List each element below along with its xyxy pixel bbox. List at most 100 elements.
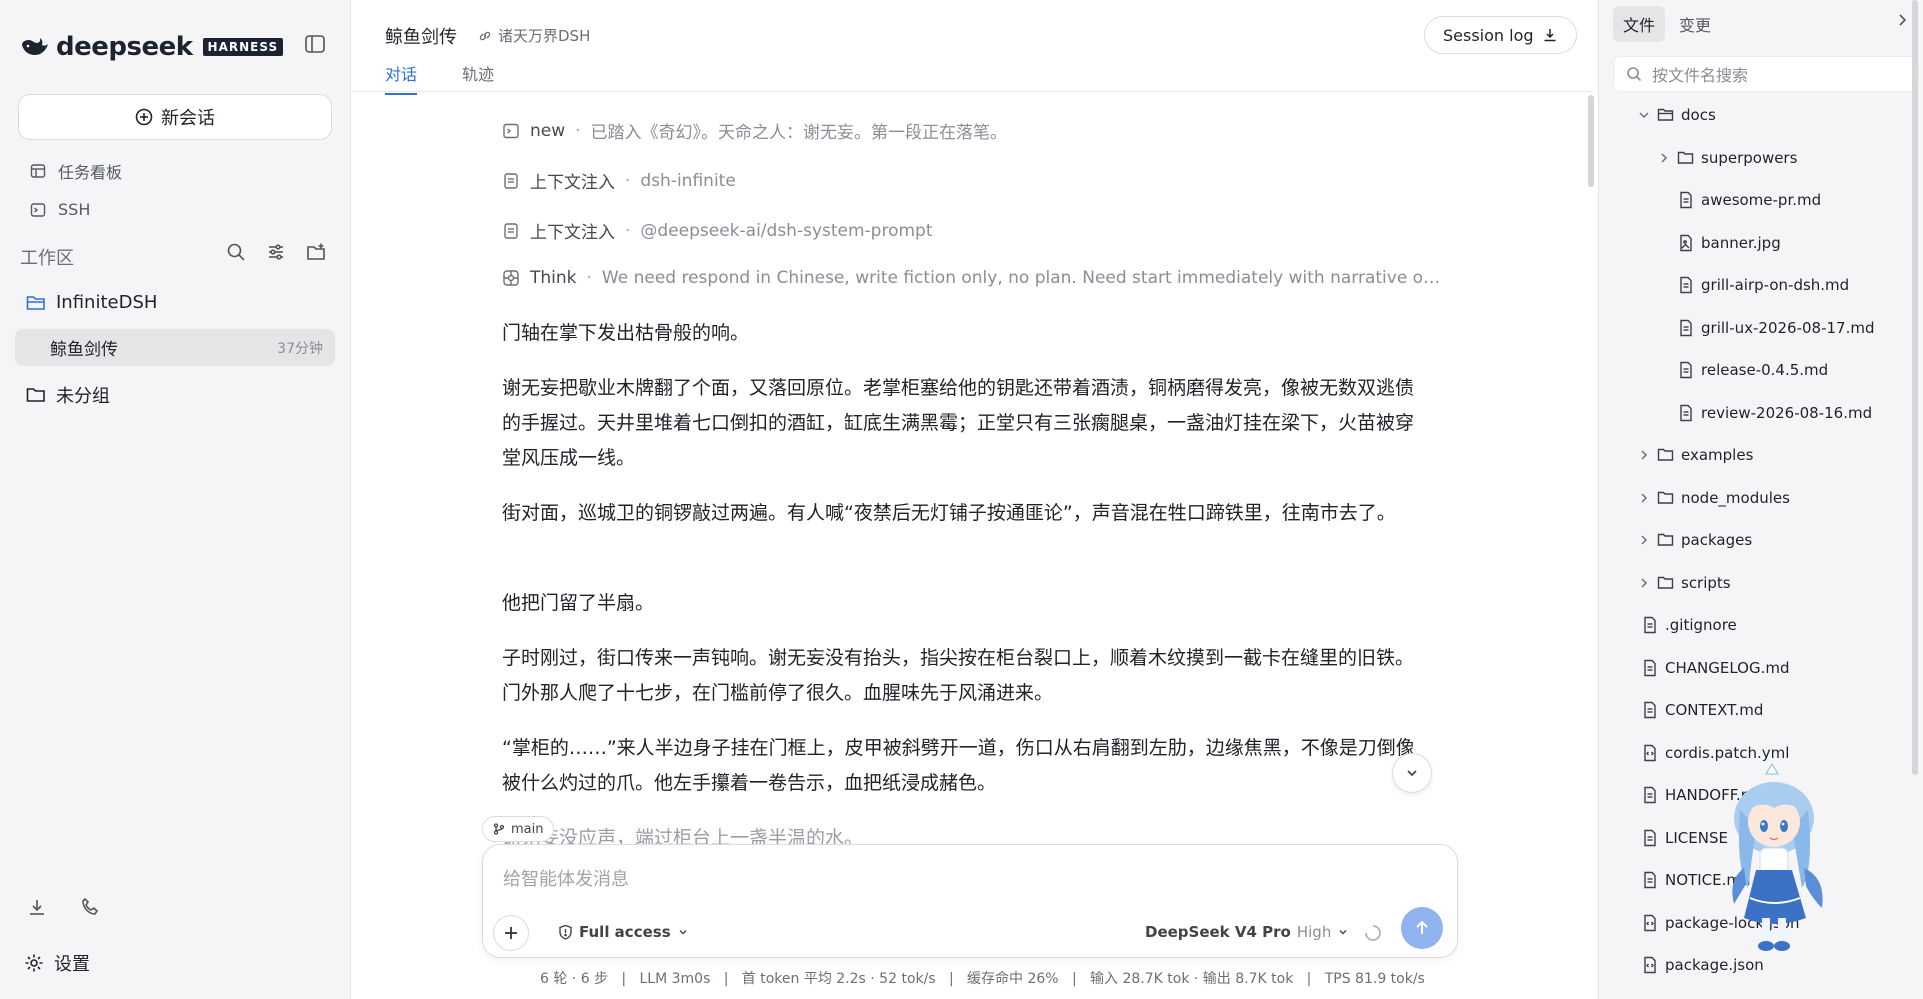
sidebar-item-ssh[interactable]: SSH bbox=[30, 200, 90, 219]
chevron-right-icon[interactable] bbox=[1894, 12, 1914, 32]
new-chat-button[interactable]: 新会话 bbox=[18, 94, 332, 140]
tree-item-label: LICENSE bbox=[1665, 828, 1728, 847]
tree-file[interactable]: release-0.4.5.md bbox=[1677, 355, 1828, 385]
tree-file[interactable]: grill-airp-on-dsh.md bbox=[1677, 270, 1849, 300]
access-level-select[interactable]: Full access bbox=[558, 923, 689, 941]
scrollbar[interactable] bbox=[1588, 95, 1594, 187]
search-icon[interactable] bbox=[226, 242, 248, 264]
code-file-icon bbox=[1641, 956, 1659, 974]
folder-icon bbox=[1677, 149, 1695, 167]
tree-item-label: grill-ux-2026-08-17.md bbox=[1701, 318, 1875, 337]
chevron-right-icon[interactable] bbox=[1637, 533, 1651, 547]
story-paragraph: “掌柜的……”来人半边身子挂在门框上，皮甲被斜劈开一道，伤口从右肩翻到左肋，边缘… bbox=[502, 737, 1415, 794]
separator-dot: · bbox=[586, 268, 592, 288]
tab-files[interactable]: 文件 bbox=[1613, 6, 1666, 42]
tree-item-label: node_modules bbox=[1681, 488, 1790, 507]
chevron-down-icon[interactable] bbox=[1637, 108, 1651, 122]
phone-icon[interactable] bbox=[80, 897, 102, 919]
tree-folder[interactable]: node_modules bbox=[1637, 483, 1790, 513]
tree-item-label: examples bbox=[1681, 446, 1754, 464]
tab-chat[interactable]: 对话 bbox=[385, 61, 418, 95]
story-paragraph: 他把门留了半扇。 bbox=[502, 592, 655, 614]
session-stats: 6 轮 · 6 步 | LLM 3m0s | 首 token 平均 2.2s ·… bbox=[540, 971, 1425, 987]
file-icon bbox=[1641, 786, 1659, 804]
tree-folder[interactable]: scripts bbox=[1637, 568, 1731, 598]
chevron-right-icon[interactable] bbox=[1637, 491, 1651, 505]
arrow-up-icon bbox=[1413, 919, 1431, 937]
terminal-icon bbox=[30, 202, 46, 218]
folder-icon bbox=[1657, 574, 1675, 592]
tree-folder[interactable]: examples bbox=[1637, 440, 1753, 470]
tree-file[interactable]: banner.jpg bbox=[1677, 228, 1781, 258]
event-row-think[interactable]: Think · We need respond in Chinese, writ… bbox=[502, 268, 1442, 288]
workspace-group-ungrouped[interactable]: 未分组 bbox=[26, 382, 110, 408]
terminal-icon bbox=[502, 122, 520, 140]
file-search-placeholder: 按文件名搜索 bbox=[1652, 66, 1749, 85]
workspace-group-infinitedsh[interactable]: InfiniteDSH bbox=[26, 292, 157, 313]
branch-chip[interactable]: main bbox=[482, 816, 555, 842]
board-icon bbox=[30, 163, 46, 179]
tab-changes[interactable]: 变更 bbox=[1669, 6, 1721, 42]
session-log-button[interactable]: Session log bbox=[1424, 16, 1577, 54]
message-input[interactable]: 给智能体发消息 bbox=[503, 865, 629, 891]
conversation-header: 鲸鱼剑传 诸天万界DSH Session log 对话 轨迹 bbox=[352, 0, 1592, 95]
file-icon bbox=[1677, 319, 1695, 337]
file-icon bbox=[1641, 616, 1659, 634]
model-level: High bbox=[1296, 923, 1332, 941]
event-row-context[interactable]: 上下文注入 · dsh-infinite bbox=[502, 168, 1442, 193]
settings-button[interactable]: 设置 bbox=[24, 950, 90, 976]
send-button[interactable] bbox=[1401, 907, 1443, 949]
sidebar-bottom-tools bbox=[27, 897, 102, 919]
chevron-right-icon[interactable] bbox=[1657, 151, 1671, 165]
conversation-item-active[interactable]: 鲸鱼剑传 37分钟 bbox=[15, 329, 335, 366]
tree-file[interactable]: awesome-pr.md bbox=[1677, 185, 1821, 215]
chevron-down-icon bbox=[677, 926, 689, 938]
sidebar-item-board[interactable]: 任务看板 bbox=[30, 159, 122, 183]
scroll-to-bottom-button[interactable] bbox=[1392, 753, 1432, 793]
model-select[interactable]: DeepSeek V4 Pro High bbox=[1145, 923, 1349, 941]
tree-item-label: banner.jpg bbox=[1701, 233, 1781, 252]
file-icon bbox=[1641, 701, 1659, 719]
download-icon[interactable] bbox=[27, 897, 49, 919]
separator-dot: · bbox=[575, 120, 581, 141]
file-search-input[interactable]: 按文件名搜索 bbox=[1613, 56, 1919, 92]
filter-icon[interactable] bbox=[266, 242, 288, 264]
tree-file[interactable]: LICENSE bbox=[1641, 823, 1728, 853]
sidebar-toggle-icon[interactable] bbox=[304, 33, 330, 59]
tree-item-label: release-0.4.5.md bbox=[1701, 361, 1829, 379]
tree-file[interactable]: grill-ux-2026-08-17.md bbox=[1677, 313, 1874, 343]
settings-label: 设置 bbox=[54, 954, 90, 975]
story-paragraph: 子时刚过，街口传来一声钝响。谢无妄没有抬头，指尖按在柜台裂口上，顺着木纹摸到一截… bbox=[502, 647, 1415, 704]
event-row-new[interactable]: new · 已踏入《奇幻》。天命之人：谢无妄。第一段正在落笔。 bbox=[502, 118, 1442, 143]
tree-file[interactable]: CONTEXT.md bbox=[1641, 695, 1763, 725]
scrollbar[interactable] bbox=[1912, 0, 1918, 775]
tree-file[interactable]: .gitignore bbox=[1641, 610, 1737, 640]
workspace-group-label: 未分组 bbox=[56, 386, 110, 407]
tree-item-label: scripts bbox=[1681, 573, 1731, 592]
doc-icon bbox=[502, 172, 520, 190]
tree-folder[interactable]: packages bbox=[1637, 525, 1752, 555]
tab-trace[interactable]: 轨迹 bbox=[462, 61, 494, 93]
event-key: Think bbox=[530, 268, 577, 288]
new-folder-icon[interactable] bbox=[306, 242, 328, 264]
message-feed: new · 已踏入《奇幻》。天命之人：谢无妄。第一段正在落笔。 上下文注入 · … bbox=[502, 92, 1442, 852]
tree-folder[interactable]: superpowers bbox=[1657, 143, 1797, 173]
chevron-right-icon[interactable] bbox=[1637, 448, 1651, 462]
attach-button[interactable] bbox=[493, 915, 529, 951]
doc-icon bbox=[502, 222, 520, 240]
conversation-title: 鲸鱼剑传 bbox=[385, 27, 457, 48]
whale-logo-icon bbox=[20, 35, 50, 59]
project-badge[interactable]: 诸天万界DSH bbox=[478, 25, 590, 46]
message-composer[interactable]: 给智能体发消息 Full access DeepSeek V4 Pro High bbox=[482, 844, 1458, 958]
sidebar: deepseek HARNESS 新会话 任务看板 SSH 工作区 Infini… bbox=[0, 0, 351, 999]
conversation-area: 鲸鱼剑传 诸天万界DSH Session log 对话 轨迹 new · 已踏入… bbox=[352, 0, 1594, 999]
tree-file[interactable]: review-2026-08-16.md bbox=[1677, 398, 1872, 428]
chevron-right-icon[interactable] bbox=[1637, 576, 1651, 590]
chevron-down-icon bbox=[1404, 765, 1420, 781]
tree-file[interactable]: package.json bbox=[1641, 950, 1764, 980]
tree-file[interactable]: CHANGELOG.md bbox=[1641, 653, 1790, 683]
file-icon bbox=[1641, 659, 1659, 677]
event-row-context[interactable]: 上下文注入 · @deepseek-ai/dsh-system-prompt bbox=[502, 218, 1442, 243]
tree-folder[interactable]: docs bbox=[1637, 100, 1716, 130]
folder-open-icon bbox=[26, 294, 46, 312]
